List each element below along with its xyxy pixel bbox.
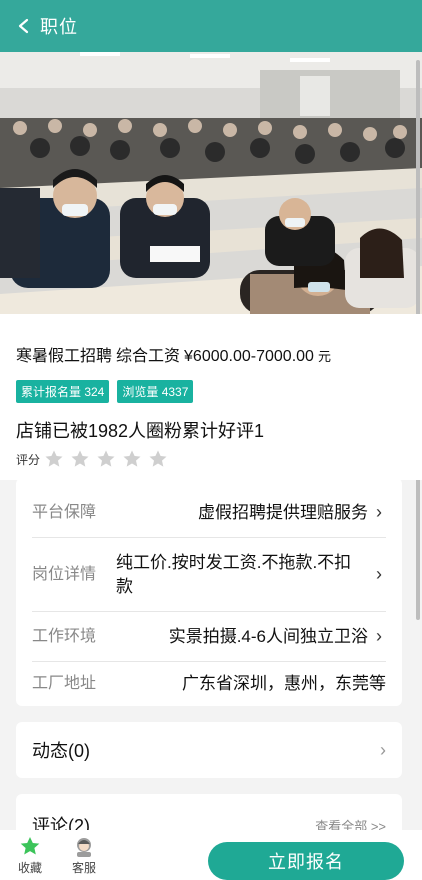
job-info-card: 寒暑假工招聘 综合工资 ¥6000.00-7000.00 元 累计报名量 324 … [0, 314, 422, 480]
job-detail-value: 纯工价.按时发工资.不拖款.不扣款 [116, 552, 352, 596]
dynamics-label: 动态(0) [32, 741, 90, 761]
address-key: 工厂地址 [32, 675, 97, 692]
customer-service-button[interactable]: 客服 [60, 835, 108, 876]
chevron-left-icon [18, 18, 29, 34]
top-bar: 职位 [0, 0, 422, 52]
job-photo [0, 48, 422, 314]
customer-service-label: 客服 [71, 860, 96, 875]
star-icon [70, 449, 90, 469]
job-summary: 寒暑假工招聘 综合工资 ¥6000.00-7000.00 元 [16, 342, 406, 366]
view-count-badge: 浏览量 4337 [117, 380, 194, 403]
dynamics-row[interactable]: 动态(0) › [16, 722, 402, 778]
job-name: 寒暑假工招聘 [16, 348, 113, 365]
chevron-right-icon: › [380, 739, 386, 760]
star-icon [44, 449, 64, 469]
stats-badges: 累计报名量 324 浏览量 4337 [16, 380, 406, 403]
star-icon [122, 449, 142, 469]
salary-unit: 元 [317, 349, 331, 364]
rating: 评分 [16, 449, 406, 469]
chevron-right-icon: › [376, 502, 382, 522]
star-icon [96, 449, 116, 469]
environment-value: 实景拍摄.4-6人间独立卫浴 [168, 626, 368, 646]
address-value: 广东省深圳，惠州，东莞等 [182, 674, 386, 693]
store-summary: 店铺已被1982人圈粉累计好评1 [16, 421, 265, 441]
star-icon [19, 835, 41, 857]
job-details-card: 平台保障 虚假招聘提供理赔服务 › 岗位详情 纯工价.按时发工资.不拖款.不扣款… [16, 478, 402, 706]
environment-key: 工作环境 [32, 627, 97, 645]
chevron-right-icon: › [376, 626, 382, 646]
environment-row[interactable]: 工作环境 实景拍摄.4-6人间独立卫浴 › [32, 612, 386, 662]
chevron-right-icon: › [376, 564, 382, 584]
guarantee-value: 虚假招聘提供理赔服务 [198, 502, 368, 522]
service-agent-icon [73, 835, 95, 857]
favorite-button[interactable]: 收藏 [6, 835, 54, 876]
rating-label: 评分 [16, 452, 41, 467]
job-detail-key: 岗位详情 [32, 565, 97, 583]
guarantee-row[interactable]: 平台保障 虚假招聘提供理赔服务 › [32, 488, 386, 538]
salary-label: 综合工资 [116, 348, 181, 365]
page-title: 职位 [40, 17, 78, 37]
salary-range: ¥6000.00-7000.00 [184, 348, 314, 365]
favorite-label: 收藏 [17, 860, 42, 875]
star-icon [148, 449, 168, 469]
bottom-action-bar: 收藏 客服 立即报名 [0, 830, 422, 880]
back-button[interactable] [12, 14, 36, 38]
signup-count-badge: 累计报名量 324 [16, 380, 110, 403]
guarantee-key: 平台保障 [32, 503, 97, 521]
job-detail-row[interactable]: 岗位详情 纯工价.按时发工资.不拖款.不扣款 › [32, 538, 386, 612]
address-row: 工厂地址 广东省深圳，惠州，东莞等 › [32, 662, 386, 706]
apply-now-button[interactable]: 立即报名 [208, 842, 404, 880]
